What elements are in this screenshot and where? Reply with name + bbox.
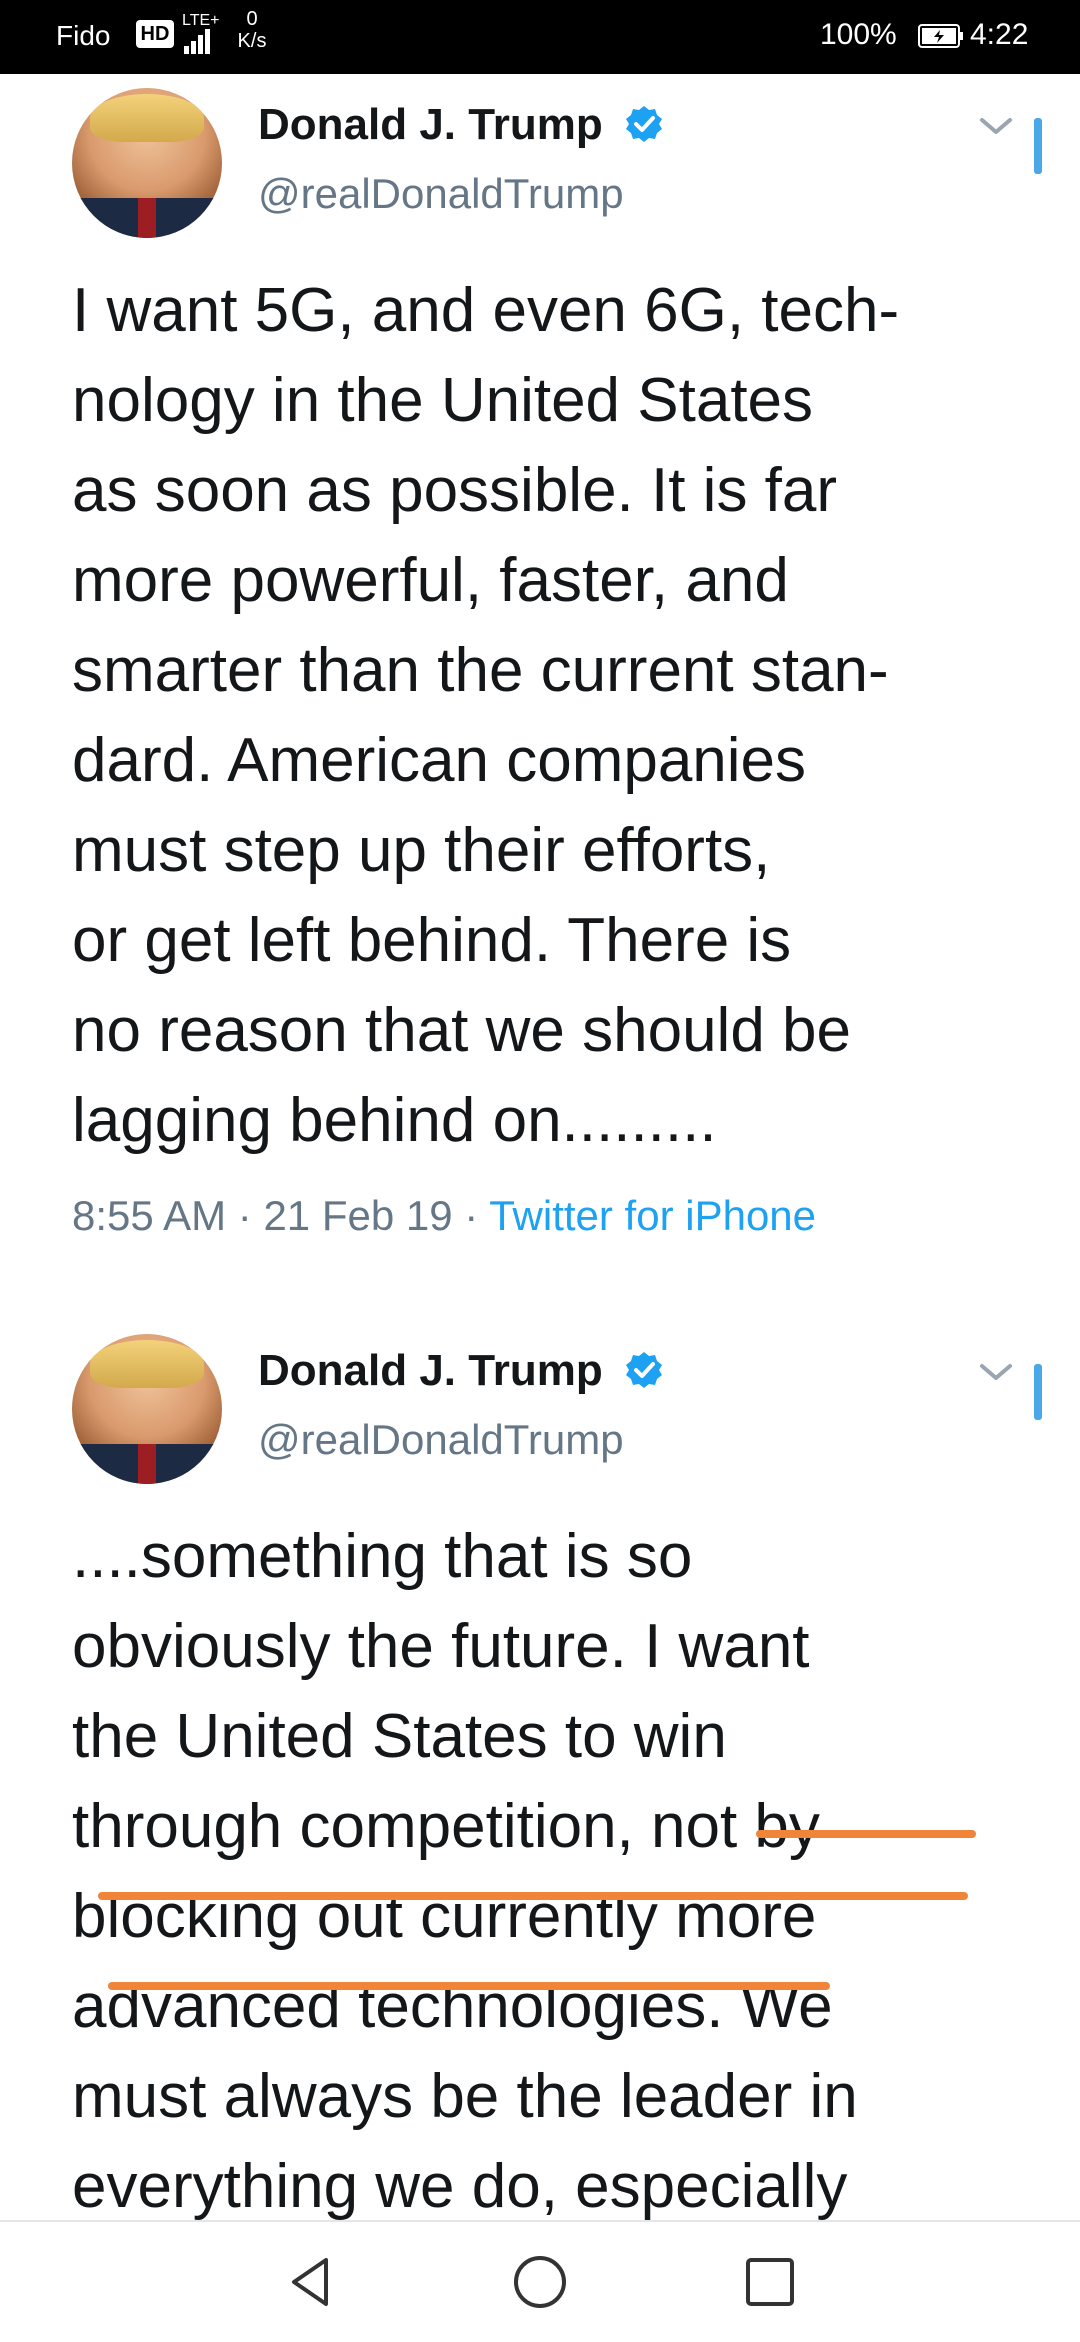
tweet-text: ....something that is so obviously the f… xyxy=(72,1522,858,2221)
tweet[interactable]: Donald J. Trump @realDonaldTrump I want … xyxy=(0,74,1080,1264)
scroll-indicator xyxy=(1034,1364,1042,1420)
tweet-source-link[interactable]: Twitter for iPhone xyxy=(489,1192,816,1239)
chevron-down-icon[interactable] xyxy=(978,1360,1014,1384)
network-speed: 0 K/s xyxy=(230,8,274,52)
avatar[interactable] xyxy=(72,1334,222,1484)
author-handle[interactable]: @realDonaldTrump xyxy=(258,1416,624,1464)
tweet-meta: 8:55 AM · 21 Feb 19 · Twitter for iPhone xyxy=(72,1192,816,1240)
system-nav-bar xyxy=(0,2220,1080,2342)
home-icon[interactable] xyxy=(510,2252,570,2312)
meta-separator: · xyxy=(464,1192,479,1239)
annotation-underline xyxy=(756,1830,976,1838)
author-handle[interactable]: @realDonaldTrump xyxy=(258,170,624,218)
verified-icon xyxy=(626,1352,662,1388)
scroll-indicator xyxy=(1034,118,1042,174)
network-speed-value: 0 xyxy=(246,8,258,30)
avatar[interactable] xyxy=(72,88,222,238)
recents-icon[interactable] xyxy=(740,2252,800,2312)
chevron-down-icon[interactable] xyxy=(978,114,1014,138)
battery-icon xyxy=(918,24,963,48)
tweet[interactable]: Donald J. Trump @realDonaldTrump ....som… xyxy=(0,1320,1080,2221)
tweet-date: 21 Feb 19 xyxy=(263,1192,453,1239)
hd-icon: HD xyxy=(136,20,174,48)
annotation-underline xyxy=(98,1892,968,1900)
annotation-underline xyxy=(108,1982,830,1990)
tweet-time: 8:55 AM xyxy=(72,1192,227,1239)
carrier-label: Fido xyxy=(56,20,111,51)
author-name[interactable]: Donald J. Trump xyxy=(258,100,603,150)
meta-separator: · xyxy=(237,1192,252,1239)
network-speed-unit: K/s xyxy=(237,30,267,52)
verified-icon xyxy=(626,106,662,142)
tweet-text: I want 5G, and even 6G, tech- nology in … xyxy=(72,276,900,1155)
back-icon[interactable] xyxy=(280,2252,340,2312)
author-name[interactable]: Donald J. Trump xyxy=(258,1346,603,1396)
status-bar: Fido HD LTE+ 0 K/s 100% 4:22 xyxy=(0,0,1080,74)
battery-percent: 100% xyxy=(820,18,897,51)
signal-icon xyxy=(184,29,210,54)
clock: 4:22 xyxy=(970,18,1029,51)
